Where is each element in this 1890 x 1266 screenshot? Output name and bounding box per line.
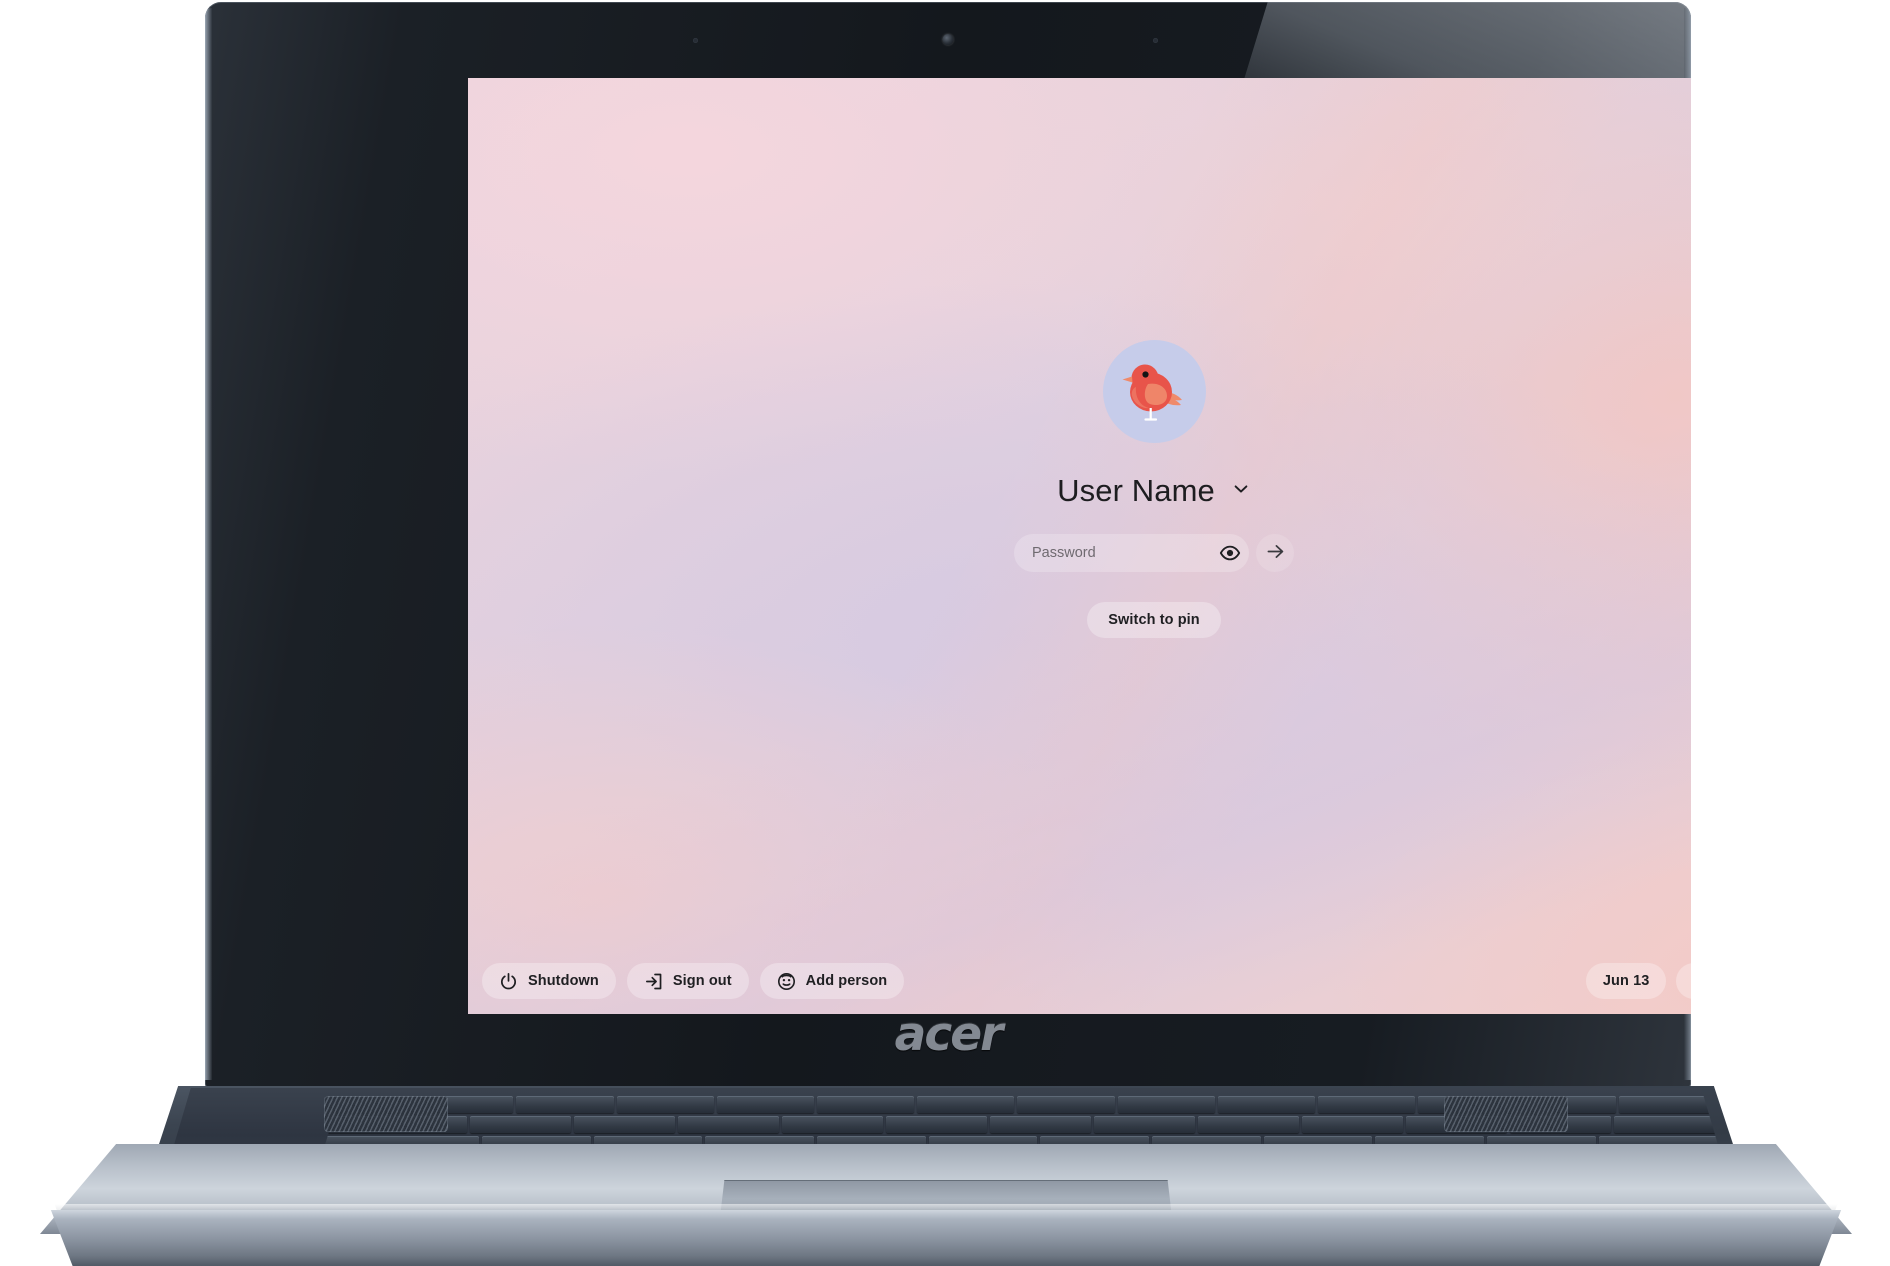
microphone-left (693, 38, 699, 43)
bird-avatar-icon (1122, 364, 1182, 421)
eye-icon[interactable] (1219, 540, 1241, 566)
shelf: Shutdown Sign out Add person Jun 13 (468, 948, 1691, 1014)
key[interactable] (886, 1116, 988, 1133)
shelf-right-group: Jun 13 12:30 2 (1585, 963, 1691, 999)
password-field[interactable] (1014, 534, 1249, 572)
speaker-grille-right (1444, 1096, 1568, 1132)
time-label: 12:30 (1690, 973, 1691, 989)
user-name-label: User Name (1057, 473, 1215, 508)
key[interactable] (990, 1116, 1092, 1133)
chevron-down-icon[interactable] (1231, 479, 1251, 504)
key[interactable] (1618, 1096, 1716, 1113)
login-pod: User Name Switch to pin (939, 340, 1369, 638)
key[interactable] (516, 1096, 614, 1113)
shelf-left-group: Shutdown Sign out Add person (482, 963, 905, 999)
key[interactable] (574, 1116, 676, 1133)
lid-edge-left (205, 8, 212, 1080)
keyboard-row (316, 1096, 1736, 1113)
key[interactable] (917, 1096, 1015, 1113)
screenshot-stage: acer User Name Switch to pin Shutdown Si… (0, 0, 1890, 1266)
webcam-icon (942, 34, 954, 45)
keyboard-row (316, 1116, 1736, 1133)
key[interactable] (616, 1096, 714, 1113)
password-input[interactable] (1032, 545, 1219, 561)
key[interactable] (817, 1096, 915, 1113)
key[interactable] (1217, 1096, 1316, 1113)
password-row (1014, 534, 1294, 572)
key[interactable] (716, 1096, 814, 1113)
switch-to-pin-button[interactable]: Switch to pin (1087, 602, 1221, 638)
date-label: Jun 13 (1602, 973, 1650, 989)
add-person-icon (777, 972, 796, 991)
laptop-lid: acer User Name Switch to pin Shutdown Si… (205, 2, 1691, 1088)
status-tray[interactable]: 12:30 2 (1676, 963, 1691, 999)
user-selector[interactable]: User Name (1057, 473, 1251, 509)
key[interactable] (782, 1116, 884, 1133)
front-edge (50, 1210, 1842, 1266)
key[interactable] (1198, 1116, 1300, 1133)
speaker-grille-left (324, 1096, 448, 1132)
arrow-right-icon (1265, 541, 1286, 565)
key[interactable] (678, 1116, 780, 1133)
submit-password-button[interactable] (1256, 534, 1294, 572)
key[interactable] (1318, 1096, 1416, 1113)
brand-logo: acer (894, 1007, 1004, 1062)
add-person-button[interactable]: Add person (759, 963, 905, 999)
laptop-base (40, 1086, 1852, 1266)
sign-out-label: Sign out (672, 973, 732, 989)
add-person-label: Add person (805, 973, 888, 989)
avatar[interactable] (1102, 340, 1206, 443)
shutdown-button[interactable]: Shutdown (482, 963, 616, 999)
key[interactable] (1117, 1096, 1215, 1113)
power-icon (499, 972, 518, 991)
sign-out-icon (644, 972, 663, 991)
date-button[interactable]: Jun 13 (1585, 963, 1667, 999)
key[interactable] (1094, 1116, 1196, 1133)
key[interactable] (1017, 1096, 1115, 1113)
key[interactable] (1302, 1116, 1404, 1133)
key[interactable] (1718, 1096, 1736, 1113)
device-screen: User Name Switch to pin Shutdown Sign ou… (468, 78, 1691, 1014)
shutdown-label: Shutdown (528, 973, 599, 989)
key[interactable] (470, 1116, 572, 1133)
microphone-right (1152, 38, 1158, 43)
sign-out-button[interactable]: Sign out (626, 963, 749, 999)
